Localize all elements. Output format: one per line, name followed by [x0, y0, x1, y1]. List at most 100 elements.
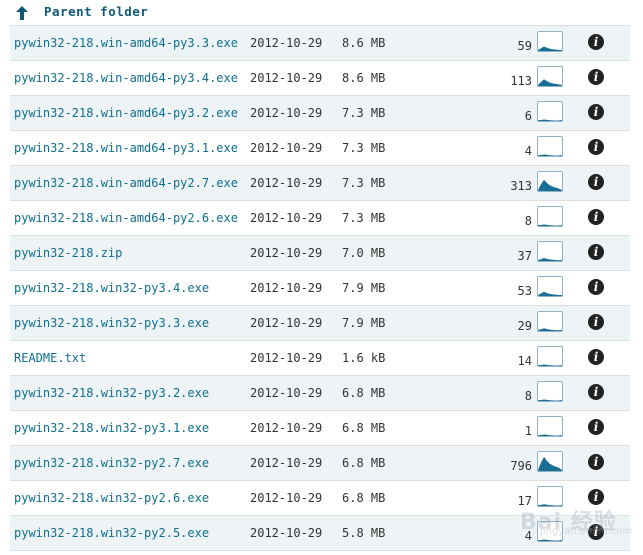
download-sparkline[interactable] [537, 486, 563, 507]
info-icon[interactable]: i [588, 349, 604, 365]
download-count: 113 [510, 74, 532, 88]
info-icon[interactable]: i [588, 104, 604, 120]
file-row: pywin32-218.win-amd64-py3.2.exe 2012-10-2… [10, 96, 630, 131]
download-sparkline[interactable] [537, 381, 563, 402]
info-icon[interactable]: i [588, 244, 604, 260]
download-sparkline[interactable] [537, 66, 563, 87]
file-size: 7.3 MB [342, 176, 386, 190]
sparkline-graph [538, 119, 562, 121]
info-icon[interactable]: i [588, 384, 604, 400]
info-icon[interactable]: i [588, 419, 604, 435]
file-name-link[interactable]: pywin32-218.win32-py3.4.exe [14, 281, 209, 295]
info-icon[interactable]: i [588, 524, 604, 540]
info-icon[interactable]: i [588, 454, 604, 470]
file-name-link[interactable]: README.txt [14, 351, 86, 365]
download-sparkline[interactable] [537, 451, 563, 472]
parent-folder-link[interactable]: Parent folder [10, 0, 630, 26]
sparkline-area [538, 399, 562, 401]
download-sparkline[interactable] [537, 206, 563, 227]
download-sparkline[interactable] [537, 311, 563, 332]
sparkline-area [538, 291, 562, 296]
download-count: 8 [524, 214, 532, 228]
file-date: 2012-10-29 [250, 211, 323, 225]
file-name-link[interactable]: pywin32-218.win-amd64-py2.6.exe [14, 211, 238, 225]
sparkline-area [538, 504, 562, 506]
download-count: 1 [524, 424, 532, 438]
sparkline-area [538, 328, 562, 331]
file-row: pywin32-218.win-amd64-py2.7.exe 2012-10-2… [10, 166, 630, 201]
info-icon[interactable]: i [588, 139, 604, 155]
file-name-link[interactable]: pywin32-218.win32-py2.6.exe [14, 491, 209, 505]
sparkline-graph [538, 258, 562, 261]
info-icon[interactable]: i [588, 279, 604, 295]
file-size: 7.9 MB [342, 316, 386, 330]
file-size: 7.3 MB [342, 211, 386, 225]
sparkline-graph [538, 46, 562, 51]
file-date: 2012-10-29 [250, 421, 323, 435]
file-size: 1.6 kB [342, 351, 386, 365]
sparkline-area [538, 179, 562, 191]
file-size: 7.0 MB [342, 246, 386, 260]
file-listing-page: Parent folder pywin32-218.win-amd64-py3.… [0, 0, 643, 555]
file-name-link[interactable]: pywin32-218.win-amd64-py2.7.exe [14, 176, 238, 190]
info-icon[interactable]: i [588, 489, 604, 505]
file-name-link[interactable]: pywin32-218.win-amd64-py3.4.exe [14, 71, 238, 85]
download-sparkline[interactable] [537, 416, 563, 437]
download-count: 4 [524, 529, 532, 543]
info-icon[interactable]: i [588, 174, 604, 190]
download-sparkline[interactable] [537, 521, 563, 542]
info-icon[interactable]: i [588, 314, 604, 330]
file-name-link[interactable]: pywin32-218.win32-py2.7.exe [14, 456, 209, 470]
file-row: README.txt 2012-10-29 1.6 kB 14 i [10, 341, 630, 376]
download-sparkline[interactable] [537, 136, 563, 157]
sparkline-graph [538, 434, 562, 436]
sparkline-graph [538, 154, 562, 156]
file-size: 7.9 MB [342, 281, 386, 295]
file-table: pywin32-218.win-amd64-py3.3.exe 2012-10-2… [10, 26, 630, 551]
parent-folder-label[interactable]: Parent folder [44, 4, 148, 19]
info-icon[interactable]: i [588, 69, 604, 85]
file-date: 2012-10-29 [250, 246, 323, 260]
file-size: 6.8 MB [342, 421, 386, 435]
download-sparkline[interactable] [537, 31, 563, 52]
file-name-link[interactable]: pywin32-218.win32-py3.1.exe [14, 421, 209, 435]
file-row: pywin32-218.win32-py3.4.exe 2012-10-29 7.9… [10, 271, 630, 306]
file-name-link[interactable]: pywin32-218.zip [14, 246, 122, 260]
file-size: 8.6 MB [342, 36, 386, 50]
file-size: 6.8 MB [342, 491, 386, 505]
download-count: 4 [524, 144, 532, 158]
sparkline-graph [538, 224, 562, 226]
sparkline-area [538, 224, 562, 226]
sparkline-area [538, 46, 562, 51]
download-sparkline[interactable] [537, 101, 563, 122]
download-count: 14 [517, 354, 532, 368]
info-icon[interactable]: i [588, 34, 604, 50]
file-date: 2012-10-29 [250, 281, 323, 295]
download-sparkline[interactable] [537, 346, 563, 367]
sparkline-area [538, 258, 562, 261]
file-size: 6.8 MB [342, 386, 386, 400]
file-size: 5.8 MB [342, 526, 386, 540]
file-name-link[interactable]: pywin32-218.win-amd64-py3.2.exe [14, 106, 238, 120]
download-sparkline[interactable] [537, 241, 563, 262]
info-icon[interactable]: i [588, 209, 604, 225]
sparkline-area [538, 364, 562, 366]
file-name-link[interactable]: pywin32-218.win32-py3.2.exe [14, 386, 209, 400]
file-date: 2012-10-29 [250, 71, 323, 85]
file-row: pywin32-218.win32-py2.7.exe 2012-10-29 6.8… [10, 446, 630, 481]
download-sparkline[interactable] [537, 276, 563, 297]
file-name-link[interactable]: pywin32-218.win32-py2.5.exe [14, 526, 209, 540]
file-name-link[interactable]: pywin32-218.win-amd64-py3.1.exe [14, 141, 238, 155]
file-date: 2012-10-29 [250, 176, 323, 190]
file-name-link[interactable]: pywin32-218.win32-py3.3.exe [14, 316, 209, 330]
download-sparkline[interactable] [537, 171, 563, 192]
sparkline-area [538, 539, 562, 541]
sparkline-graph [538, 79, 562, 86]
up-arrow-icon [16, 6, 28, 20]
sparkline-area [538, 154, 562, 156]
file-date: 2012-10-29 [250, 106, 323, 120]
file-name-link[interactable]: pywin32-218.win-amd64-py3.3.exe [14, 36, 238, 50]
sparkline-graph [538, 179, 562, 191]
file-row: pywin32-218.win-amd64-py3.3.exe 2012-10-2… [10, 26, 630, 61]
file-size: 8.6 MB [342, 71, 386, 85]
